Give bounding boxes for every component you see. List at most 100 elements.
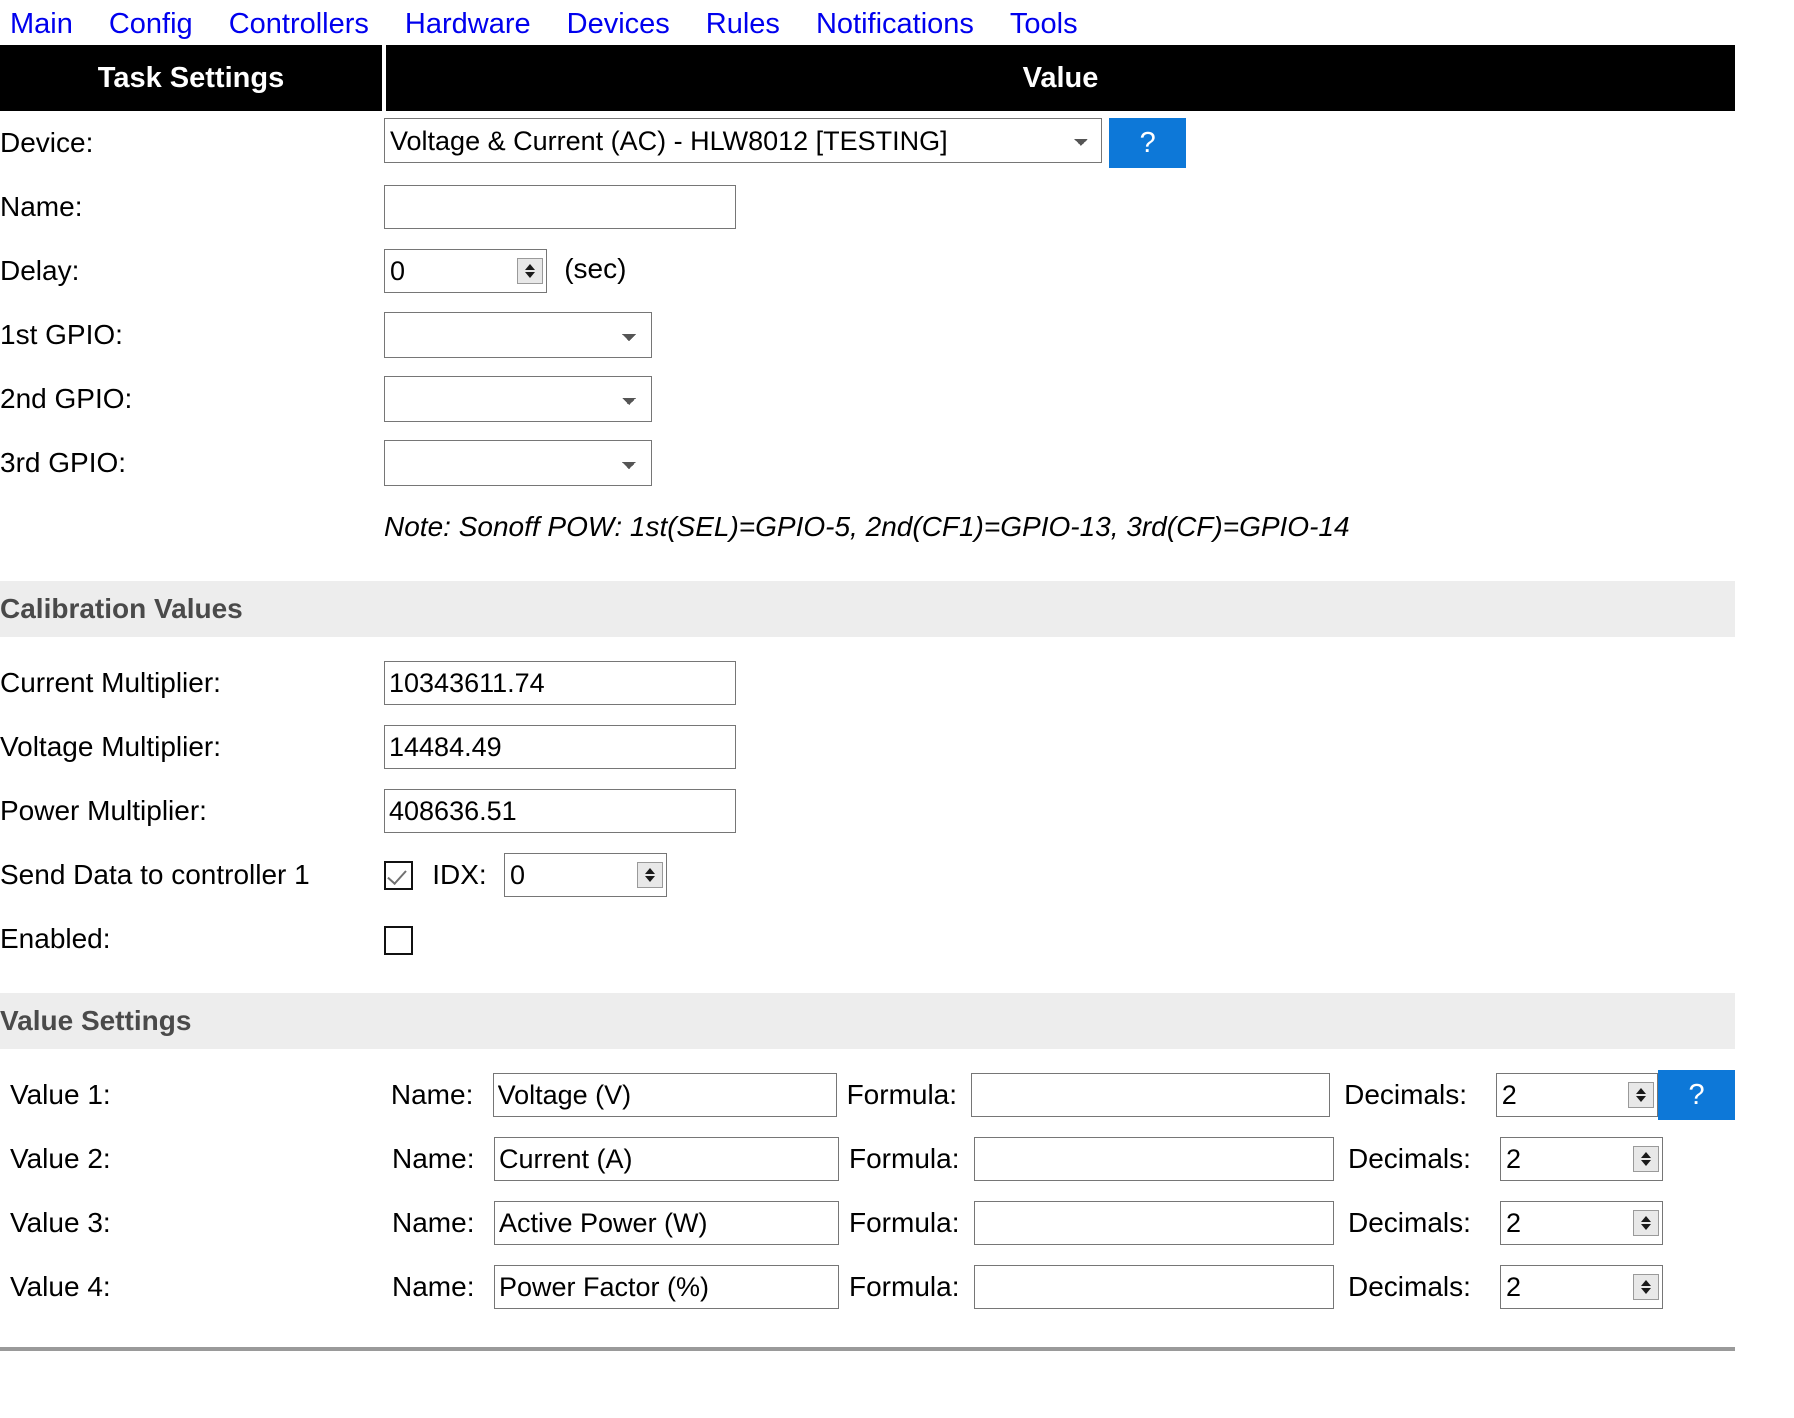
nav-link-controllers[interactable]: Controllers <box>229 10 369 39</box>
value2-name-input[interactable] <box>494 1137 839 1181</box>
section-title-calibration: Calibration Values <box>0 581 1735 637</box>
row-current-multiplier: Current Multiplier: <box>0 651 1735 715</box>
idx-stepper[interactable] <box>503 853 667 897</box>
caret-down-icon[interactable] <box>644 876 655 882</box>
device-label: Device: <box>0 127 94 158</box>
value2-name-field <box>494 1137 839 1181</box>
current-multiplier-input[interactable] <box>384 661 736 705</box>
power-multiplier-input[interactable] <box>384 789 736 833</box>
nav-link-notifications[interactable]: Notifications <box>816 10 974 39</box>
value4-name-field <box>494 1265 839 1309</box>
delay-stepper[interactable] <box>384 249 547 293</box>
value-settings-rows: Value 1: Name: Formula: Decimals: ? Valu… <box>0 1063 1735 1319</box>
value1-name-input[interactable] <box>492 1073 837 1117</box>
idx-label: IDX: <box>432 859 487 890</box>
caret-up-icon[interactable] <box>1636 1088 1647 1094</box>
row-name: Name: <box>0 175 1735 239</box>
caret-up-icon[interactable] <box>1641 1216 1651 1222</box>
value4-formula-field <box>974 1265 1334 1309</box>
value3-formula-input[interactable] <box>974 1201 1334 1245</box>
task-name-input[interactable] <box>384 185 736 229</box>
caret-down-icon[interactable] <box>1641 1224 1651 1230</box>
value2-decimals-stepper[interactable] <box>1500 1137 1663 1181</box>
value1-formula-label: Formula: <box>846 1079 958 1110</box>
value1-name-label: Name: <box>390 1079 474 1110</box>
section-header-value-settings: Value Settings <box>0 993 1735 1049</box>
value1-formula-input[interactable] <box>971 1073 1331 1117</box>
gpio-note-cell: Note: Sonoff POW: 1st(SEL)=GPIO-5, 2nd(C… <box>384 495 1735 559</box>
task-settings-page: Task Settings Value Device: Voltage & Cu… <box>0 45 1735 1351</box>
nav-link-rules[interactable]: Rules <box>706 10 780 39</box>
voltage-multiplier-input[interactable] <box>384 725 736 769</box>
send-data-value-cell: IDX: <box>384 843 1735 907</box>
gpio2-label: 2nd GPIO: <box>0 383 133 414</box>
value4-name-label: Name: <box>392 1271 475 1302</box>
nav-link-devices[interactable]: Devices <box>567 10 670 39</box>
delay-value-cell: (sec) <box>384 239 1735 303</box>
value1-decimals-stepper[interactable] <box>1495 1073 1659 1117</box>
spinner-arrows-icon[interactable] <box>1633 1274 1659 1300</box>
row-gpio1: 1st GPIO: <box>0 303 1735 367</box>
spinner-arrows-icon[interactable] <box>636 862 663 888</box>
send-data-checkbox[interactable] <box>384 860 413 890</box>
value3-name-field <box>494 1201 839 1245</box>
row-enabled: Enabled: <box>0 907 1735 971</box>
name-value-cell <box>384 175 1735 239</box>
value-settings-help-button[interactable]: ? <box>1658 1070 1735 1120</box>
value1-name-field <box>492 1073 837 1117</box>
value3-decimals-stepper[interactable] <box>1500 1201 1663 1245</box>
spinner-arrows-icon[interactable] <box>517 258 543 284</box>
row-delay: Delay: (sec) <box>0 239 1735 303</box>
value2-formula-input[interactable] <box>974 1137 1334 1181</box>
send-data-label: Send Data to controller 1 <box>0 859 310 890</box>
value4-formula-input[interactable] <box>974 1265 1334 1309</box>
caret-up-icon[interactable] <box>644 868 655 874</box>
gpio1-label: 1st GPIO: <box>0 319 123 350</box>
value2-formula-field <box>974 1137 1334 1181</box>
spinner-arrows-icon[interactable] <box>1633 1210 1659 1236</box>
value-row-2: Value 2: Name: Formula: Decimals: <box>0 1127 1735 1191</box>
gpio1-select[interactable] <box>384 312 652 358</box>
nav-link-main[interactable]: Main <box>10 10 73 39</box>
value3-formula-label: Formula: <box>849 1207 960 1238</box>
spacer-row-4 <box>0 1049 1735 1063</box>
caret-up-icon[interactable] <box>1641 1280 1651 1286</box>
gpio2-select[interactable] <box>384 376 652 422</box>
enabled-checkbox[interactable] <box>384 925 413 955</box>
caret-up-icon[interactable] <box>1641 1152 1651 1158</box>
device-help-button[interactable]: ? <box>1109 118 1187 168</box>
caret-up-icon[interactable] <box>525 264 535 270</box>
nav-link-tools[interactable]: Tools <box>1010 10 1078 39</box>
value3-formula-field <box>974 1201 1334 1245</box>
value3-name-input[interactable] <box>494 1201 839 1245</box>
section-header-calibration: Calibration Values <box>0 581 1735 637</box>
nav-link-config[interactable]: Config <box>109 10 193 39</box>
gpio2-value-cell <box>384 367 1735 431</box>
nav-link-hardware[interactable]: Hardware <box>405 10 531 39</box>
caret-down-icon[interactable] <box>1641 1160 1651 1166</box>
row-gpio3: 3rd GPIO: <box>0 431 1735 495</box>
power-multiplier-value-cell <box>384 779 1735 843</box>
caret-down-icon[interactable] <box>525 272 535 278</box>
value1-label: Value 1: <box>10 1079 111 1110</box>
main-navigation: Main Config Controllers Hardware Devices Rule… <box>0 0 1794 45</box>
row-send-data: Send Data to controller 1 IDX: <box>0 843 1735 907</box>
power-multiplier-label: Power Multiplier: <box>0 795 207 826</box>
current-multiplier-label: Current Multiplier: <box>0 667 221 698</box>
spacer-row-1 <box>0 559 1735 581</box>
value4-name-input[interactable] <box>494 1265 839 1309</box>
enabled-label: Enabled: <box>0 923 111 954</box>
gpio3-select[interactable] <box>384 440 652 486</box>
device-value-cell: Voltage & Current (AC) - HLW8012 [TESTIN… <box>384 111 1735 175</box>
caret-down-icon[interactable] <box>1641 1288 1651 1294</box>
delay-label: Delay: <box>0 255 80 286</box>
column-header-task-settings: Task Settings <box>0 45 386 111</box>
device-select[interactable]: Voltage & Current (AC) - HLW8012 [TESTIN… <box>384 118 1102 164</box>
spinner-arrows-icon[interactable] <box>1628 1082 1655 1108</box>
caret-down-icon[interactable] <box>1636 1096 1647 1102</box>
value1-decimals-label: Decimals: <box>1344 1079 1468 1110</box>
row-power-multiplier: Power Multiplier: <box>0 779 1735 843</box>
delay-unit-label: (sec) <box>564 252 627 284</box>
value4-decimals-stepper[interactable] <box>1500 1265 1663 1309</box>
spinner-arrows-icon[interactable] <box>1633 1146 1659 1172</box>
